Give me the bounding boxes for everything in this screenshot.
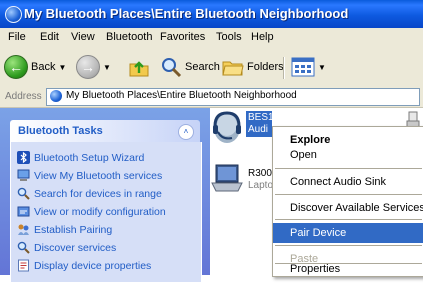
views-icon [291,57,315,77]
folders-label: Folders [247,61,284,73]
window-title: My Bluetooth Places\Entire Bluetooth Nei… [24,6,349,21]
menu-edit[interactable]: Edit [40,31,59,43]
config-icon [17,206,30,217]
search-icon [162,58,182,78]
bluetooth-tasks-panel: Bluetooth Tasks ˄ Bluetooth Setup Wizard… [10,120,202,283]
task-label: Display device properties [34,259,152,272]
context-menu: Explore Open Connect Audio Sink Discover… [272,126,423,277]
task-establish-pairing[interactable]: Establish Pairing [17,223,112,236]
bluetooth-tasks-title: Bluetooth Tasks [18,125,103,137]
address-label: Address [5,91,42,102]
bluetooth-places-icon [50,90,62,102]
menu-separator [275,168,422,169]
menu-help[interactable]: Help [251,31,274,43]
back-arrow-icon: ← [4,55,28,79]
menu-file[interactable]: File [8,31,26,43]
folders-button[interactable]: Folders [222,55,284,79]
menu-separator [275,219,422,220]
device-bes102[interactable]: BES102 Audi [210,110,285,154]
task-list: Bluetooth Setup Wizard View My Bluetooth… [10,142,202,283]
discover-icon [17,241,30,254]
menu-item-label: Pair Device [290,227,347,239]
task-view-or-modify-configuration[interactable]: View or modify configuration [17,205,166,218]
task-bluetooth-setup-wizard[interactable]: Bluetooth Setup Wizard [17,151,144,164]
forward-button[interactable]: → ▼ [76,55,111,79]
menu-item-label: Properties [290,263,341,275]
menu-tools[interactable]: Tools [216,31,242,43]
headset-icon [213,111,241,143]
bluetooth-places-icon [5,6,22,23]
address-value: My Bluetooth Places\Entire Bluetooth Nei… [66,90,297,101]
device-type: Audi [248,124,269,135]
task-label: View My Bluetooth services [34,169,163,182]
toolbar-separator [283,57,285,79]
properties-icon [18,259,29,272]
up-folder-button[interactable] [128,55,150,79]
device-type: Lapto [248,180,274,191]
forward-arrow-icon: → [76,55,100,79]
chevron-down-icon[interactable]: ▼ [58,63,66,72]
task-view-my-bluetooth-services[interactable]: View My Bluetooth services [17,169,162,182]
folders-icon [222,61,244,76]
task-discover-services[interactable]: Discover services [17,241,116,254]
device-name: R300 [248,168,272,179]
menu-bar: File Edit View Bluetooth Favorites Tools… [0,28,423,48]
back-label: Back [31,61,56,73]
chevron-down-icon[interactable]: ▼ [103,63,111,72]
device-name: BES102 [248,112,285,123]
search-icon [17,187,30,200]
menu-bluetooth[interactable]: Bluetooth [106,31,152,43]
views-button[interactable]: ▼ [291,55,326,79]
menu-item-connect-audio-sink[interactable]: Connect Audio Sink [273,172,423,192]
menu-separator [275,245,422,246]
bluetooth-tasks-header[interactable]: Bluetooth Tasks ˄ [10,120,200,142]
collapse-icon[interactable]: ˄ [178,124,194,140]
task-label: View or modify configuration [34,205,166,218]
task-search-for-devices[interactable]: Search for devices in range [17,187,162,200]
menu-item-label: Open [290,149,317,161]
task-label: Bluetooth Setup Wizard [34,151,145,164]
address-field[interactable]: My Bluetooth Places\Entire Bluetooth Nei… [46,88,420,106]
title-bar[interactable]: My Bluetooth Places\Entire Bluetooth Nei… [0,0,423,28]
address-bar: Address My Bluetooth Places\Entire Bluet… [0,87,423,108]
back-button[interactable]: ← Back ▼ [4,55,66,79]
up-folder-icon [129,61,149,77]
laptop-icon [211,164,243,192]
task-label: Discover services [34,241,117,254]
menu-view[interactable]: View [71,31,95,43]
menu-item-pair-device[interactable]: Pair Device [273,223,423,243]
search-button[interactable]: Search [160,55,220,79]
chevron-down-icon[interactable]: ▼ [318,63,326,72]
menu-item-properties[interactable]: Properties [273,263,423,276]
menu-favorites[interactable]: Favorites [160,31,205,43]
task-label: Establish Pairing [34,223,113,236]
menu-item-discover-available-services[interactable]: Discover Available Services [273,198,423,218]
task-label: Search for devices in range [34,187,162,200]
menu-item-label: Connect Audio Sink [290,176,387,188]
bluetooth-icon [17,151,30,164]
toolbar: ← Back ▼ → ▼ Search Folders ▼ [0,47,423,88]
menu-item-label: Discover Available Services [290,202,423,214]
search-label: Search [185,61,220,73]
task-pane: Bluetooth Tasks ˄ Bluetooth Setup Wizard… [0,108,210,283]
task-display-device-properties[interactable]: Display device properties [17,259,151,272]
pairing-icon [18,224,29,235]
device-r300[interactable]: R300 Lapto [210,162,274,202]
computer-icon [17,169,30,181]
menu-separator [275,194,422,195]
menu-item-open[interactable]: Open [273,145,423,165]
